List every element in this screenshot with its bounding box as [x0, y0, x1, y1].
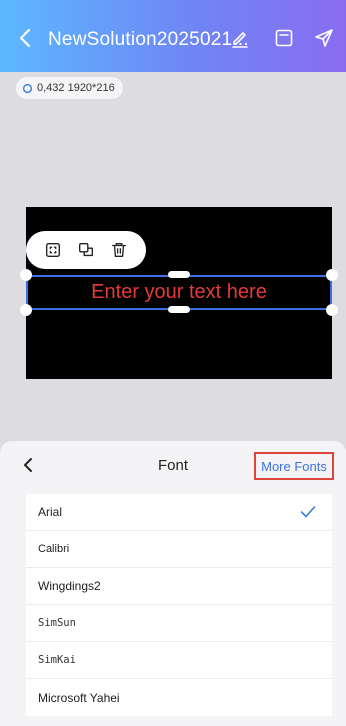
font-item-label: SimKai — [38, 654, 76, 666]
text-element-content[interactable]: Enter your text here — [28, 281, 330, 304]
font-item-label: Wingdings2 — [38, 579, 101, 593]
resize-handle-bottom-left[interactable] — [20, 304, 32, 316]
font-item-calibri[interactable]: Calibri — [26, 531, 332, 568]
resize-handle-bottom[interactable] — [168, 306, 190, 313]
resize-handle-bottom-right[interactable] — [326, 304, 338, 316]
checkmark-icon — [300, 506, 316, 518]
font-item-wingdings2[interactable]: Wingdings2 — [26, 568, 332, 605]
font-item-microsoft-yahei[interactable]: Microsoft Yahei — [26, 679, 332, 716]
element-toolbar — [26, 231, 146, 269]
edit-icon[interactable] — [229, 27, 251, 49]
top-bar: NewSolution2025021... — [0, 0, 346, 72]
font-item-simkai[interactable]: SimKai — [26, 642, 332, 679]
font-item-label: Arial — [38, 505, 63, 519]
crop-frame-icon[interactable] — [43, 240, 63, 260]
font-item-label: SimSun — [38, 617, 76, 629]
font-item-arial[interactable]: Arial — [26, 494, 332, 531]
font-item-label: Microsoft Yahei — [38, 690, 120, 705]
coordinate-label: 0,432 1920*216 — [37, 82, 115, 94]
font-list: Arial Calibri Wingdings2 SimSun SimKai M… — [26, 494, 332, 716]
resize-handle-top-left[interactable] — [20, 269, 32, 281]
font-panel: Font More Fonts Arial Calibri Wingdings2… — [0, 441, 346, 726]
document-title[interactable]: NewSolution2025021... — [48, 29, 249, 51]
delete-icon[interactable] — [109, 240, 129, 260]
resize-handle-top-right[interactable] — [326, 269, 338, 281]
send-icon[interactable] — [313, 27, 335, 49]
position-icon — [22, 83, 33, 93]
resize-handle-top[interactable] — [168, 271, 190, 278]
more-fonts-button[interactable]: More Fonts — [254, 452, 334, 480]
font-item-label: Calibri — [38, 543, 70, 555]
text-element[interactable]: Enter your text here — [26, 275, 332, 310]
back-icon[interactable] — [14, 26, 38, 50]
coordinate-badge: 0,432 1920*216 — [16, 77, 123, 99]
save-icon[interactable] — [273, 27, 295, 49]
font-panel-header: Font More Fonts — [0, 441, 346, 489]
font-item-simsun[interactable]: SimSun — [26, 605, 332, 642]
duplicate-icon[interactable] — [76, 240, 96, 260]
